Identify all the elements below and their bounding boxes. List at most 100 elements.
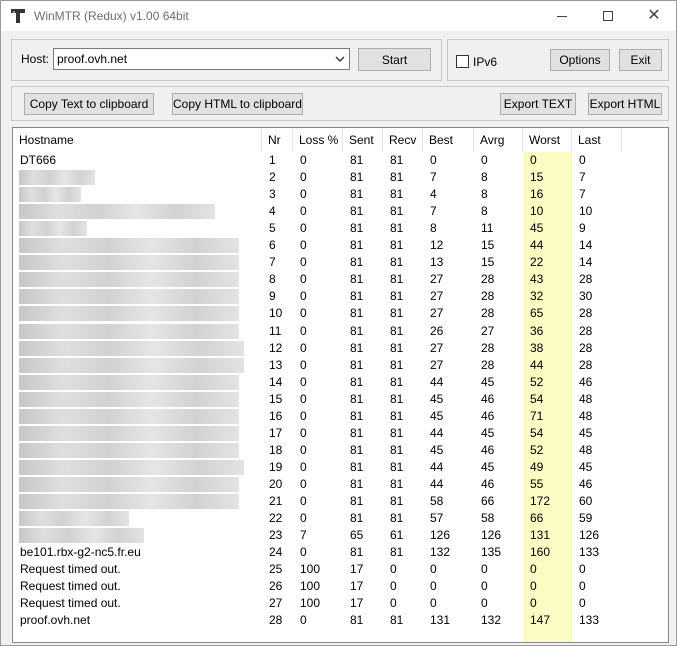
column-header-worst[interactable]: Worst [523, 128, 572, 152]
cell-recv: 81 [390, 374, 404, 389]
redacted-hostname [19, 272, 239, 288]
table-row[interactable]: 3 0 81 81 4 8 16 7 [13, 186, 668, 203]
cell-nr: 8 [269, 272, 276, 287]
table-row[interactable]: Request timed out. 26 100 17 0 0 0 0 0 [13, 578, 668, 595]
table-row[interactable]: 12 0 81 81 27 28 38 28 [13, 340, 668, 357]
export-html-button[interactable]: Export HTML [588, 93, 662, 115]
cell-avrg: 46 [481, 476, 495, 491]
cell-last: 45 [579, 425, 593, 440]
table-row[interactable]: 13 0 81 81 27 28 44 28 [13, 357, 668, 374]
cell-sent: 81 [350, 221, 364, 236]
cell-avrg: 11 [481, 221, 494, 236]
cell-best: 131 [430, 613, 451, 628]
cell-nr: 18 [269, 442, 283, 457]
redacted-hostname [19, 494, 239, 509]
cell-recv: 81 [390, 255, 404, 270]
cell-best: 45 [430, 442, 444, 457]
column-header-sent[interactable]: Sent [343, 128, 383, 152]
ipv6-checkbox[interactable] [456, 55, 469, 68]
table-row[interactable]: 14 0 81 81 44 45 52 46 [13, 374, 668, 391]
cell-best: 44 [430, 374, 444, 389]
column-header-loss[interactable]: Loss % [293, 128, 343, 152]
cell-last: 133 [579, 613, 600, 628]
cell-recv: 81 [390, 408, 404, 423]
cell-nr: 26 [269, 579, 283, 594]
table-row[interactable]: 9 0 81 81 27 28 32 30 [13, 288, 668, 305]
table-row[interactable]: 23 7 65 61 126 126 131 126 [13, 527, 668, 544]
table-row[interactable]: proof.ovh.net 28 0 81 81 131 132 147 133 [13, 612, 668, 629]
table-row[interactable]: 15 0 81 81 45 46 54 48 [13, 391, 668, 408]
column-header-hostname[interactable]: Hostname [13, 128, 262, 152]
export-text-button[interactable]: Export TEXT [500, 93, 576, 115]
cell-nr: 14 [269, 374, 283, 389]
cell-recv: 81 [390, 306, 404, 321]
table-row[interactable]: 5 0 81 81 8 11 45 9 [13, 220, 668, 237]
table-row[interactable]: 11 0 81 81 26 27 36 28 [13, 323, 668, 340]
table-row[interactable]: 8 0 81 81 27 28 43 28 [13, 271, 668, 288]
cell-sent: 81 [350, 408, 364, 423]
redacted-hostname [19, 442, 239, 458]
table-row[interactable]: 4 0 81 81 7 8 10 10 [13, 203, 668, 220]
cell-last: 126 [579, 528, 600, 543]
table-row[interactable]: 21 0 81 81 58 66 172 60 [13, 493, 668, 510]
cell-nr: 1 [269, 153, 276, 167]
minimize-icon [557, 15, 567, 17]
maximize-button[interactable] [585, 1, 631, 31]
copy-text-button[interactable]: Copy Text to clipboard [24, 93, 154, 115]
cell-recv: 81 [390, 545, 404, 560]
cell-recv: 81 [390, 511, 404, 526]
cell-sent: 81 [350, 494, 364, 508]
table-row[interactable]: Request timed out. 25 100 17 0 0 0 0 0 [13, 561, 668, 578]
column-header-best[interactable]: Best [423, 128, 474, 152]
column-header-nr[interactable]: Nr [262, 128, 293, 152]
host-value: proof.ovh.net [57, 52, 128, 66]
cell-avrg: 28 [481, 340, 495, 355]
redacted-hostname [19, 408, 239, 424]
redacted-hostname [19, 528, 144, 544]
minimize-button[interactable] [539, 1, 585, 31]
cell-loss: 100 [300, 562, 321, 577]
exit-button[interactable]: Exit [619, 49, 662, 71]
column-header-recv[interactable]: Recv [383, 128, 423, 152]
copy-html-button[interactable]: Copy HTML to clipboard [172, 93, 303, 115]
options-button[interactable]: Options [550, 49, 610, 71]
start-button[interactable]: Start [358, 48, 431, 71]
cell-nr: 20 [269, 476, 283, 491]
table-row[interactable]: 20 0 81 81 44 46 55 46 [13, 476, 668, 493]
table-row[interactable]: 18 0 81 81 45 46 52 48 [13, 442, 668, 459]
table-row[interactable]: DT666 1 0 81 81 0 0 0 0 [13, 152, 668, 169]
app-icon [11, 9, 25, 23]
cell-nr: 24 [269, 545, 283, 560]
table-row[interactable]: 17 0 81 81 44 45 54 45 [13, 425, 668, 442]
cell-last: 0 [579, 562, 586, 577]
table-row[interactable]: Request timed out. 27 100 17 0 0 0 0 0 [13, 595, 668, 612]
table-row[interactable]: 19 0 81 81 44 45 49 45 [13, 459, 668, 476]
cell-sent: 81 [350, 442, 364, 457]
cell-last: 28 [579, 272, 593, 287]
cell-sent: 81 [350, 306, 364, 321]
cell-worst: 45 [530, 221, 544, 236]
close-button[interactable]: ✕ [631, 1, 677, 31]
cell-last: 60 [579, 494, 593, 508]
table-row[interactable]: 16 0 81 81 45 46 71 48 [13, 408, 668, 425]
cell-sent: 81 [350, 323, 364, 338]
cell-best: 27 [430, 340, 444, 355]
cell-worst: 10 [530, 204, 544, 219]
column-header-last[interactable]: Last [572, 128, 622, 152]
table-row[interactable]: 22 0 81 81 57 58 66 59 [13, 510, 668, 527]
table-row[interactable]: 7 0 81 81 13 15 22 14 [13, 254, 668, 271]
cell-recv: 81 [390, 425, 404, 440]
host-combobox[interactable]: proof.ovh.net [53, 48, 350, 70]
chevron-down-icon[interactable] [334, 52, 346, 66]
cell-worst: 0 [530, 562, 537, 577]
cell-worst: 172 [530, 494, 551, 508]
table-row[interactable]: 2 0 81 81 7 8 15 7 [13, 169, 668, 186]
table-row[interactable]: 10 0 81 81 27 28 65 28 [13, 305, 668, 322]
table-row[interactable]: 6 0 81 81 12 15 44 14 [13, 237, 668, 254]
column-header-avrg[interactable]: Avrg [474, 128, 523, 152]
cell-avrg: 46 [481, 442, 495, 457]
table-row[interactable]: be101.rbx-g2-nc5.fr.eu 24 0 81 81 132 135 160 13… [13, 544, 668, 561]
results-table[interactable]: Hostname Nr Loss % Sent Recv Best Avrg Worst Las… [12, 127, 669, 643]
cell-worst: 38 [530, 340, 544, 355]
maximize-icon [603, 11, 613, 21]
